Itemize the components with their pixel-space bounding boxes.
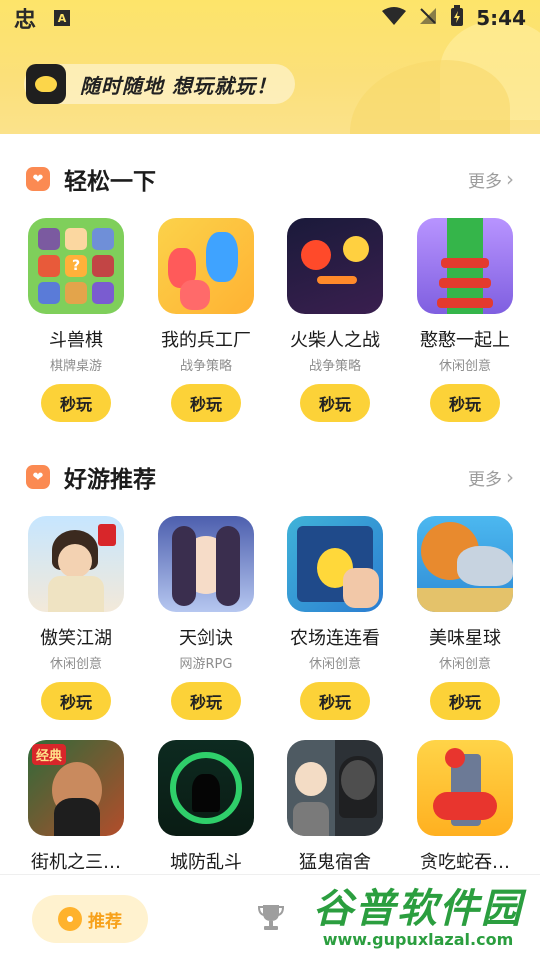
slogan-banner: 随时随地 想玩就玩！ — [24, 64, 295, 104]
play-button[interactable]: 秒玩 — [430, 682, 500, 720]
game-card[interactable]: 农场连连看 休闲创意 秒玩 — [270, 516, 400, 720]
app-logo-icon — [26, 64, 66, 104]
game-icon-hanhan[interactable] — [417, 218, 513, 314]
game-name: 城防乱斗 — [170, 852, 242, 873]
game-card[interactable]: 天剑诀 网游RPG 秒玩 — [141, 516, 271, 720]
game-icon-tianjianjue[interactable] — [158, 516, 254, 612]
game-card[interactable]: 憨憨一起上 休闲创意 秒玩 — [400, 218, 530, 422]
game-category: 休闲创意 — [438, 657, 491, 672]
app-notification-icon: 忠 — [14, 8, 37, 33]
tab-recommend[interactable]: 推荐 — [32, 895, 148, 943]
play-button[interactable]: 秒玩 — [300, 384, 370, 422]
game-row: ? 斗兽棋 棋牌桌游 秒玩 我的兵工厂 战争策略 秒玩 火柴人之战 战争策略 秒… — [0, 218, 540, 422]
game-row: 傲笑江湖 休闲创意 秒玩 天剑诀 网游RPG 秒玩 农场连连看 休闲创意 秒玩 — [0, 516, 540, 720]
game-name: 街机之三… — [31, 852, 121, 873]
trophy-icon[interactable] — [257, 903, 285, 938]
game-icon-mengguisushe[interactable] — [287, 740, 383, 836]
game-card[interactable]: 贪吃蛇吞… — [400, 740, 530, 874]
game-category: 棋牌桌游 — [49, 359, 102, 374]
chevron-right-icon: › — [506, 465, 514, 489]
more-label: 更多 — [468, 469, 502, 490]
game-icon-meiweixingqiu[interactable] — [417, 516, 513, 612]
game-card[interactable]: 城防乱斗 — [141, 740, 271, 874]
watermark-title: 谷普软件园 — [313, 886, 523, 932]
a-notification-icon: A — [54, 10, 71, 26]
game-category: 战争策略 — [179, 359, 232, 374]
game-name: 我的兵工厂 — [161, 330, 251, 351]
no-signal-icon — [418, 6, 438, 30]
header: 忠 A 5:44 随时随地 想玩就玩！ — [0, 0, 540, 134]
game-icon-aoxiaojianghu[interactable] — [28, 516, 124, 612]
game-name: 憨憨一起上 — [420, 330, 510, 351]
game-name: 猛鬼宿舍 — [299, 852, 371, 873]
game-category: 休闲创意 — [308, 657, 361, 672]
game-card[interactable]: 傲笑江湖 休闲创意 秒玩 — [11, 516, 141, 720]
game-category: 网游RPG — [179, 657, 233, 672]
game-name: 斗兽棋 — [49, 330, 103, 351]
play-button[interactable]: 秒玩 — [430, 384, 500, 422]
game-icon-chengfangluandou[interactable] — [158, 740, 254, 836]
game-card[interactable]: 我的兵工厂 战争策略 秒玩 — [141, 218, 271, 422]
heart-icon: ❤ — [26, 465, 50, 489]
game-icon-binggongchang[interactable] — [158, 218, 254, 314]
game-icon-nongchanglianliankan[interactable] — [287, 516, 383, 612]
recommend-icon — [58, 907, 82, 931]
game-icon-jiejizhisan[interactable]: 经典 — [28, 740, 124, 836]
game-category: 战争策略 — [308, 359, 361, 374]
play-button[interactable]: 秒玩 — [171, 384, 241, 422]
slogan-text: 随时随地 想玩就玩！ — [80, 73, 277, 98]
battery-icon — [450, 5, 464, 31]
game-card[interactable]: ? 斗兽棋 棋牌桌游 秒玩 — [11, 218, 141, 422]
watermark: 谷普软件园 www.gupuxlazal.com — [296, 876, 540, 960]
game-name: 天剑诀 — [179, 628, 233, 649]
game-icon-huochairen[interactable] — [287, 218, 383, 314]
section-header-recommend: ❤ 好游推荐 更多 › — [26, 462, 514, 493]
watermark-url: www.gupuxlazal.com — [322, 930, 514, 949]
game-card[interactable]: 经典 街机之三… — [11, 740, 141, 874]
section-title: 好游推荐 — [64, 467, 156, 493]
play-button[interactable]: 秒玩 — [300, 682, 370, 720]
more-link[interactable]: 更多 › — [468, 167, 514, 192]
game-name: 农场连连看 — [290, 628, 380, 649]
play-button[interactable]: 秒玩 — [41, 682, 111, 720]
game-name: 傲笑江湖 — [40, 628, 112, 649]
game-name: 贪吃蛇吞… — [420, 852, 510, 873]
game-card[interactable]: 火柴人之战 战争策略 秒玩 — [270, 218, 400, 422]
game-category: 休闲创意 — [49, 657, 102, 672]
wifi-icon — [382, 6, 407, 30]
play-button[interactable]: 秒玩 — [171, 682, 241, 720]
heart-icon: ❤ — [26, 167, 50, 191]
classic-badge: 经典 — [32, 744, 67, 765]
more-link[interactable]: 更多 › — [468, 465, 514, 490]
game-icon-doushouqi[interactable]: ? — [28, 218, 124, 314]
status-bar: 忠 A 5:44 — [0, 0, 540, 36]
main-content: ❤ 轻松一下 更多 › ? 斗兽棋 棋牌桌游 秒玩 我的兵工厂 战争策略 秒玩 … — [0, 134, 540, 874]
game-name: 火柴人之战 — [290, 330, 380, 351]
chevron-right-icon: › — [506, 167, 514, 191]
header-decoration — [350, 60, 510, 134]
game-card[interactable]: 美味星球 休闲创意 秒玩 — [400, 516, 530, 720]
game-category: 休闲创意 — [438, 359, 491, 374]
section-header-relax: ❤ 轻松一下 更多 › — [26, 164, 514, 195]
game-name: 美味星球 — [429, 628, 501, 649]
game-icon-tanchisheshe[interactable] — [417, 740, 513, 836]
play-button[interactable]: 秒玩 — [41, 384, 111, 422]
section-title: 轻松一下 — [64, 169, 156, 195]
game-card[interactable]: 猛鬼宿舍 — [270, 740, 400, 874]
more-label: 更多 — [468, 171, 502, 192]
status-time: 5:44 — [476, 6, 526, 30]
tab-label: 推荐 — [88, 911, 122, 932]
